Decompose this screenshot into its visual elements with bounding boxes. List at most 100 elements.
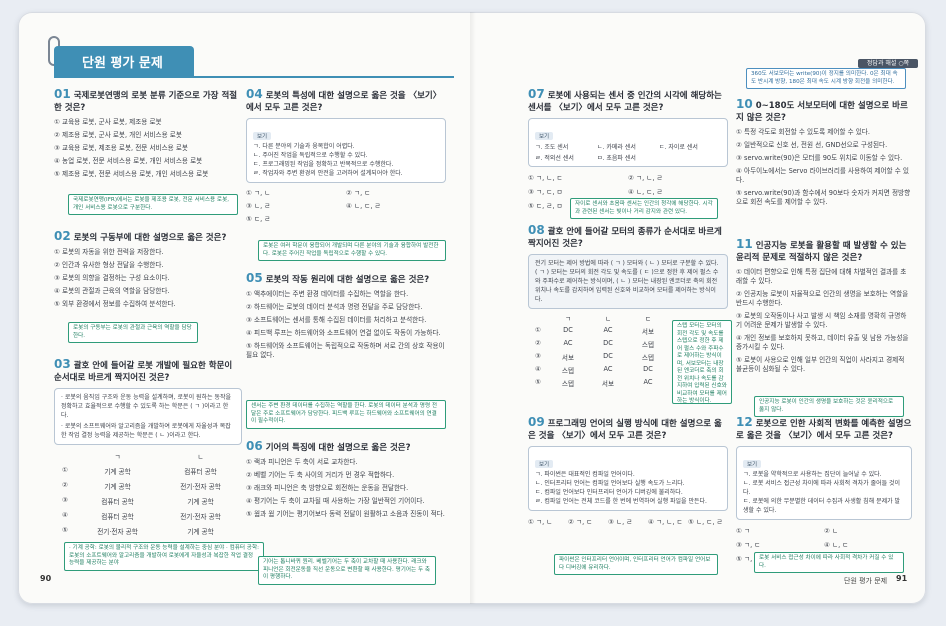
question-12: 12 로봇으로 인한 사회적 변화를 예측한 설명으로 옳은 것을 〈보기〉에서 … — [736, 416, 912, 563]
options-grid: ① ㄱ, ㄴ ② ㄱ, ㄷ ③ ㄴ, ㄹ ④ ㄱ, ㄴ, ㄷ ⑤ ㄴ, ㄷ, ㄹ — [528, 516, 728, 526]
table-cell: DC — [643, 365, 653, 373]
table-cell: DC — [563, 326, 573, 334]
question-title: 07 로봇에 사용되는 센서 중 인간의 시각에 해당하는 센서를 〈보기〉에서 … — [528, 88, 728, 114]
option: ⑤ 로봇이 사용으로 인해 일부 인간의 직업이 사라지고 경제적 불균등이 심… — [736, 356, 905, 373]
page-footer-label: 단원 평가 문제 — [844, 577, 888, 585]
question-title: 02 로봇의 구동부에 대한 설명으로 옳은 것은? — [54, 230, 242, 244]
option: ① 로봇의 자동을 위한 전력을 저장한다. — [54, 248, 164, 256]
question-number: 08 — [528, 223, 545, 237]
option: ⑤ servo.write(90)과 함수에서 90보다 숫자가 커지면 정방향… — [736, 189, 911, 206]
table-header: ㄴ — [604, 315, 612, 323]
option: ① ㄱ, ㄴ — [528, 518, 553, 526]
table-cell: 기계 공학 — [104, 468, 131, 476]
page-number-left: 90 — [40, 574, 52, 583]
choice-item: ㄷ. 자이로 센서 — [659, 144, 698, 151]
option: ③ 래크와 피니언은 축 방향으로 회전하는 운동을 전달한다. — [246, 484, 409, 492]
table-header: ㄱ — [564, 315, 572, 323]
option: ③ 교육용 로봇, 제조용 로봇, 전문 서비스용 로봇 — [54, 144, 188, 152]
table-cell: ④ — [62, 511, 68, 519]
question-text: 괄호 안에 들어갈 모터의 종류가 순서대로 바르게 짝지어진 것은? — [528, 227, 722, 249]
choice-box: 보기 ㄱ. 조도 센서 ㄴ. 카메라 센서 ㄷ. 자이로 센서 ㄹ. 적외선 센… — [528, 118, 728, 167]
question-title: 08 괄호 안에 들어갈 모터의 종류가 순서대로 바르게 짝지어진 것은? — [528, 224, 728, 250]
option: ① 교육용 로봇, 군사 로봇, 제조용 로봇 — [54, 118, 162, 126]
passage-box: · 로봇의 움직임 구조와 운동 능력을 설계하며, 로봇이 원하는 동작을 정… — [54, 388, 242, 445]
question-number: 12 — [736, 415, 753, 429]
table-cell: 전기·전자 공학 — [180, 483, 221, 491]
choice-line: ㄴ. 인터프리터 언어는 컴파일 언어보다 실행 속도가 느리다. — [535, 480, 685, 487]
question-title: 05 로봇의 작동 원리에 대한 설명으로 옳은 것은? — [246, 272, 446, 286]
table-cell: ② — [62, 481, 68, 489]
table-cell: ① — [62, 466, 68, 474]
table-cell: ① — [535, 326, 541, 334]
box-tag: 보기 — [535, 132, 554, 140]
box-tag: 보기 — [743, 460, 762, 468]
option: ④ 로봇의 관절과 근육의 역할을 담당한다. — [54, 287, 170, 295]
question-title: 10 0~180도 서보모터에 대한 설명으로 바르지 않은 것은? — [736, 98, 912, 124]
question-02: 02 로봇의 구동부에 대한 설명으로 옳은 것은? ① 로봇의 자동을 위한 전… — [54, 230, 242, 309]
table-cell: ⑤ — [62, 526, 68, 534]
table-corner — [528, 313, 548, 323]
table-cell: 서보 — [601, 380, 615, 388]
option: ④ ㄴ, ㄷ, ㄹ — [346, 202, 381, 210]
answer-note: 스텝 모터는 모터의 회전 각도 및 속도를 스텝으로 정한 후 제어 펄스 수… — [672, 320, 732, 404]
options: ① 교육용 로봇, 군사 로봇, 제조용 로봇 ② 제조용 로봇, 군사 로봇,… — [54, 118, 242, 179]
question-09: 09 프로그래밍 언어의 실행 방식에 대한 설명으로 옳은 것을 〈보기〉에서 … — [528, 416, 728, 526]
choice-line: ㄹ. 컴파일 언어는 전체 코드를 한 번에 번역하여 실행 파일을 만든다. — [535, 498, 707, 505]
options-grid: ① ㄱ, ㄴ ② ㄱ, ㄷ ③ ㄴ, ㄹ ④ ㄴ, ㄷ, ㄹ ⑤ ㄷ, ㄹ — [246, 187, 446, 223]
question-title: 11 인공지능 로봇을 활용할 때 발생할 수 있는 윤리적 문제로 적절하지 않… — [736, 238, 912, 264]
table-corner — [54, 451, 76, 461]
question-title: 06 기어의 특징에 대한 설명으로 옳은 것은? — [246, 440, 446, 454]
answer-badge: 정답과 해설 ○쪽 — [858, 59, 918, 68]
question-11: 11 인공지능 로봇을 활용할 때 발생할 수 있는 윤리적 문제로 적절하지 않… — [736, 238, 912, 374]
answer-note: 국제로봇연맹(IFR)에서는 로봇을 제조용 로봇, 전문 서비스용 로봇, 개… — [68, 194, 238, 215]
choice-line: ㄹ. 작업자와 주변 환경의 안전을 고려하여 설계되어야 한다. — [253, 170, 403, 177]
question-number: 06 — [246, 439, 263, 453]
options: ① 랙과 피니언은 두 축이 서로 교차한다. ② 베벨 기어는 두 축 사이의… — [246, 458, 446, 519]
option: ④ 아두이노에서는 Servo 라이브러리를 사용하여 제어할 수 있다. — [736, 167, 909, 184]
options: ① 데이터 편향으로 인해 특정 집단에 대해 차별적인 결과를 초래할 수 있… — [736, 268, 912, 374]
option: ② 일반적으로 신호 선, 전원 선, GND선으로 구성된다. — [736, 141, 888, 149]
answer-note: 파이썬은 인터프리터 언어이며, 인터프리터 언어가 컴파일 언어보다 디버깅에… — [554, 554, 718, 575]
options: ① 로봇의 자동을 위한 전력을 저장한다. ② 인간과 유사한 형상 전달을 … — [54, 248, 242, 309]
option: ⑤ 제조용 로봇, 전문 서비스용 로봇, 개인 서비스용 로봇 — [54, 170, 209, 178]
question-07: 07 로봇에 사용되는 센서 중 인간의 시각에 해당하는 센서를 〈보기〉에서 … — [528, 88, 728, 210]
option: ② 베벨 기어는 두 축 사이의 거리가 먼 경우 적합하다. — [246, 471, 395, 479]
table-cell: AC — [603, 326, 613, 334]
question-text: 괄호 안에 들어갈 로봇 개발에 필요한 학문이 순서대로 바르게 짝지어진 것… — [54, 361, 233, 383]
choice-line: ㄴ. 로봇 서비스 접근성 차이에 따라 사회적 격차가 줄어들 것이다. — [743, 480, 901, 496]
option: ① ㄱ, ㄴ — [246, 189, 271, 197]
question-text: 국제로봇연맹의 로봇 분류 기준으로 가장 적절한 것은? — [54, 91, 238, 113]
option: ③ ㄱ, ㄷ, ㅁ — [528, 188, 563, 196]
option: ③ ㄴ, ㄹ — [246, 202, 271, 210]
choice-line: ㄷ. 로봇에 의한 무분별한 데이터 수집과 사생활 침해 문제가 발생할 수 … — [743, 498, 901, 514]
table-cell: 기계 공학 — [187, 498, 214, 506]
table-cell: 전기·전자 공학 — [97, 528, 138, 536]
option: ② ㄱ, ㄷ — [346, 189, 371, 197]
choice-item: ㅁ. 초음파 센서 — [597, 155, 636, 162]
answer-note: 로봇의 구동부는 로봇의 관절과 근육의 역할을 담당한다. — [68, 322, 198, 343]
option: ① 랙과 피니언은 두 축이 서로 교차한다. — [246, 458, 358, 466]
option: ④ 평기어는 두 축이 교차될 때 사용하는 가장 일반적인 기어이다. — [246, 497, 425, 505]
options: ① 특정 각도로 회전할 수 있도록 제어할 수 있다. ② 일반적으로 신호 … — [736, 128, 912, 207]
table-cell: ③ — [62, 496, 68, 504]
question-title: 03 괄호 안에 들어갈 로봇 개발에 필요한 학문이 순서대로 바르게 짝지어진… — [54, 358, 242, 384]
table-cell: ③ — [535, 352, 541, 360]
section-title: 단원 평가 문제 — [82, 56, 163, 71]
passage-line: · 로봇의 움직임 구조와 운동 능력을 설계하며, 로봇이 원하는 동작을 정… — [61, 394, 232, 419]
option: ④ ㄴ, ㄷ, ㄹ — [628, 188, 663, 196]
table-cell: 컴퓨터 공학 — [101, 498, 134, 506]
question-number: 03 — [54, 357, 71, 371]
option: ④ 피드백 루프는 하드웨어와 소프트웨어 연결 없이도 작동이 가능하다. — [246, 329, 441, 337]
question-number: 01 — [54, 87, 71, 101]
choice-item: ㄴ. 카메라 센서 — [597, 144, 636, 151]
question-text: 로봇의 작동 원리에 대한 설명으로 옳은 것은? — [265, 275, 430, 285]
table-cell: 스텝 — [641, 341, 655, 349]
option: ③ 로봇의 의향을 결정하는 구성 요소이다. — [54, 274, 170, 282]
table-header: ㄱ — [114, 453, 121, 461]
question-number: 11 — [736, 237, 753, 251]
answer-note: 기어는 톱니바퀴 원리. 베벨기어는 두 축이 교차할 때 사용한다. 래크와 … — [258, 556, 436, 585]
question-05: 05 로봇의 작동 원리에 대한 설명으로 옳은 것은? ① 액추에이터는 주변 … — [246, 272, 446, 360]
table-cell: AC — [603, 365, 613, 373]
question-number: 05 — [246, 271, 263, 285]
question-text: 인공지능 로봇을 활용할 때 발생할 수 있는 윤리적 문제로 적절하지 않은 … — [736, 241, 907, 263]
